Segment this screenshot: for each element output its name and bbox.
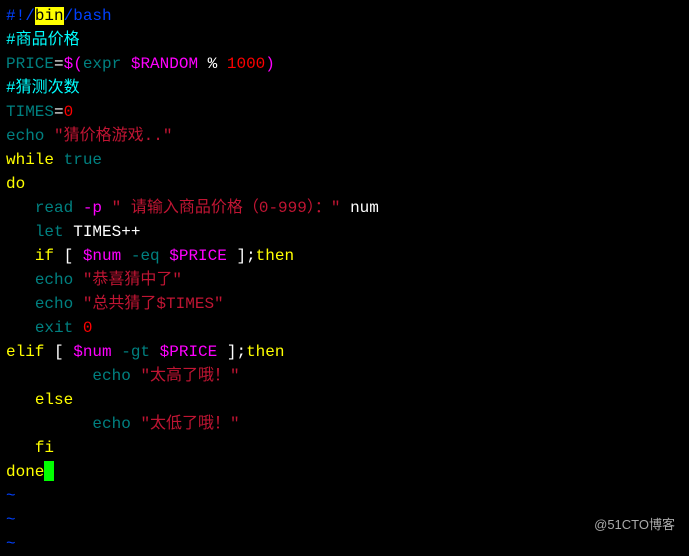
let-kw: let: [35, 223, 64, 241]
code-line-done: done: [6, 460, 683, 484]
number: 1000: [227, 55, 265, 73]
do-kw: do: [6, 175, 25, 193]
indent: [6, 223, 35, 241]
string: "太低了哦！": [140, 415, 239, 433]
var: $num: [83, 247, 121, 265]
echo-cmd: echo: [92, 367, 140, 385]
var: $num: [73, 343, 111, 361]
code-line-elif: elif [ $num -gt $PRICE ];then: [6, 340, 683, 364]
comment-text: #商品价格: [6, 31, 80, 49]
var: $PRICE: [169, 247, 227, 265]
op: -gt: [112, 343, 160, 361]
echo-cmd: echo: [92, 415, 140, 433]
var-name: PRICE: [6, 55, 54, 73]
equals: =: [54, 55, 64, 73]
number: 0: [64, 103, 74, 121]
shebang-prefix: #!/: [6, 7, 35, 25]
number: 0: [73, 319, 92, 337]
code-line-exit: exit 0: [6, 316, 683, 340]
tilde-icon: ~: [6, 511, 16, 529]
tilde-icon: ~: [6, 535, 16, 553]
bracket: ];: [227, 247, 256, 265]
code-line-echo5: echo "太低了哦！": [6, 412, 683, 436]
string: "猜价格游戏..": [54, 127, 172, 145]
bracket: [: [44, 343, 73, 361]
else-kw: else: [35, 391, 73, 409]
true-kw: true: [54, 151, 102, 169]
code-line-echo3: echo "总共猜了$TIMES": [6, 292, 683, 316]
vim-empty-line: ~: [6, 508, 683, 532]
indent: [6, 295, 35, 313]
indent: [6, 391, 35, 409]
code-line-echo1: echo "猜价格游戏..": [6, 124, 683, 148]
indent: [6, 247, 35, 265]
vim-empty-line: ~: [6, 532, 683, 556]
shebang-suffix: /bash: [64, 7, 112, 25]
code-line-let: let TIMES++: [6, 220, 683, 244]
expr-close: ): [265, 55, 275, 73]
string: "太高了哦！": [140, 367, 239, 385]
indent: [6, 199, 35, 217]
code-line-price: PRICE=$(expr $RANDOM % 1000): [6, 52, 683, 76]
code-line-echo4: echo "太高了哦！": [6, 364, 683, 388]
code-line-fi: fi: [6, 436, 683, 460]
echo-cmd: echo: [35, 295, 83, 313]
watermark-text: @51CTO博客: [594, 515, 675, 535]
tilde-icon: ~: [6, 487, 16, 505]
random-var: $RANDOM: [131, 55, 198, 73]
then-kw: then: [256, 247, 294, 265]
vim-empty-line: ~: [6, 484, 683, 508]
code-line-comment1: #商品价格: [6, 28, 683, 52]
echo-cmd: echo: [6, 127, 54, 145]
string: "总共猜了$TIMES": [83, 295, 224, 313]
var: $PRICE: [160, 343, 218, 361]
then-kw: then: [246, 343, 284, 361]
if-kw: if: [35, 247, 54, 265]
op: -eq: [121, 247, 169, 265]
code-line-comment2: #猜测次数: [6, 76, 683, 100]
indent: [6, 415, 92, 433]
indent: [6, 271, 35, 289]
expr-kw: expr: [83, 55, 131, 73]
bracket: ];: [217, 343, 246, 361]
flag: -p: [83, 199, 112, 217]
string: "恭喜猜中了": [83, 271, 182, 289]
while-kw: while: [6, 151, 54, 169]
code-line-echo2: echo "恭喜猜中了": [6, 268, 683, 292]
rest: TIMES++: [64, 223, 141, 241]
exit-cmd: exit: [35, 319, 73, 337]
echo-cmd: echo: [35, 271, 83, 289]
code-line-if1: if [ $num -eq $PRICE ];then: [6, 244, 683, 268]
comment-text: #猜测次数: [6, 79, 80, 97]
indent: [6, 367, 92, 385]
fi-kw: fi: [35, 439, 54, 457]
indent: [6, 439, 35, 457]
done-kw: done: [6, 463, 44, 481]
code-line-read: read -p " 请输入商品价格（0-999）：" num: [6, 196, 683, 220]
indent: [6, 319, 35, 337]
cursor-icon: [44, 461, 54, 481]
op: %: [198, 55, 227, 73]
code-line-else: else: [6, 388, 683, 412]
var: num: [340, 199, 378, 217]
expr-open: $(: [64, 55, 83, 73]
bracket: [: [54, 247, 83, 265]
string: " 请输入商品价格（0-999）：": [112, 199, 341, 217]
code-line-do: do: [6, 172, 683, 196]
code-line-while: while true: [6, 148, 683, 172]
code-line-times: TIMES=0: [6, 100, 683, 124]
var-name: TIMES: [6, 103, 54, 121]
equals: =: [54, 103, 64, 121]
elif-kw: elif: [6, 343, 44, 361]
read-cmd: read: [35, 199, 83, 217]
code-line-shebang: #!/bin/bash: [6, 4, 683, 28]
shebang-highlighted: bin: [35, 7, 64, 25]
